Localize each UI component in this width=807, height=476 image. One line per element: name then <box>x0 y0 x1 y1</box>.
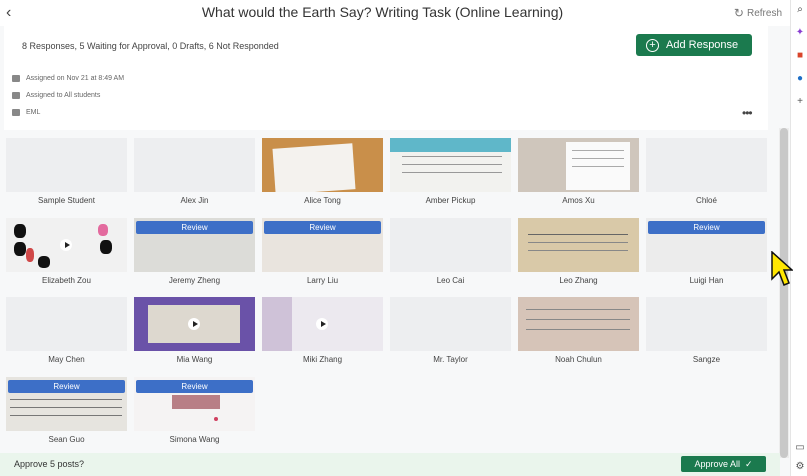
add-response-label: Add Response <box>666 39 739 51</box>
review-button[interactable]: Review <box>136 380 253 393</box>
student-name: Alice Tong <box>304 196 341 205</box>
assignment-summary: 8 Responses, 5 Waiting for Approval, 0 D… <box>4 26 768 130</box>
student-card[interactable]: Elizabeth Zou <box>6 218 127 291</box>
mouse-cursor-icon <box>771 251 793 286</box>
student-thumbnail <box>390 138 511 192</box>
student-card[interactable]: Review Larry Liu <box>262 218 383 291</box>
student-name: Alex Jin <box>180 196 209 205</box>
browser-side-toolbar: ⌕ ✦ ■ ● + ▭ ⚙ <box>790 0 807 476</box>
student-name: Amber Pickup <box>425 196 476 205</box>
student-thumbnail <box>518 297 639 351</box>
student-thumbnail <box>390 297 511 351</box>
response-status: 8 Responses, 5 Waiting for Approval, 0 D… <box>22 41 279 51</box>
app-header: ‹ What would the Earth Say? Writing Task… <box>0 0 790 26</box>
folder-row: EML <box>12 109 40 116</box>
student-card[interactable]: Sangze <box>646 297 767 370</box>
scrollbar[interactable] <box>779 128 789 458</box>
student-card[interactable]: May Chen <box>6 297 127 370</box>
student-thumbnail <box>518 138 639 192</box>
student-name: Leo Cai <box>436 276 465 285</box>
review-button[interactable]: Review <box>136 221 253 234</box>
settings-icon[interactable]: ⚙ <box>794 461 806 473</box>
student-card[interactable]: Review Luigi Han <box>646 218 767 291</box>
review-button[interactable]: Review <box>648 221 765 234</box>
student-name: Jeremy Zheng <box>168 276 221 285</box>
approve-all-label: Approve All <box>694 459 740 469</box>
student-name: Simona Wang <box>169 435 220 444</box>
student-card[interactable]: Amber Pickup <box>390 138 511 211</box>
student-thumbnail <box>6 297 127 351</box>
student-name: May Chen <box>48 355 85 364</box>
play-icon[interactable] <box>60 239 72 251</box>
student-card[interactable]: Chloé <box>646 138 767 211</box>
student-card[interactable]: Review Simona Wang <box>134 377 255 450</box>
check-icon: ✓ <box>744 458 753 469</box>
approve-all-button[interactable]: Approve All ✓ <box>681 456 766 472</box>
student-card[interactable]: Review Sean Guo <box>6 377 127 450</box>
student-card[interactable]: Alex Jin <box>134 138 255 211</box>
add-response-button[interactable]: + Add Response <box>636 34 752 56</box>
student-thumbnail <box>6 138 127 192</box>
scrollbar-thumb[interactable] <box>780 128 788 458</box>
play-icon[interactable] <box>188 318 200 330</box>
refresh-button[interactable]: ↻ Refresh <box>734 6 782 20</box>
assigned-date-row: Assigned on Nov 21 at 8:49 AM <box>12 75 124 82</box>
play-icon[interactable] <box>316 318 328 330</box>
student-thumbnail <box>390 218 511 272</box>
student-name: Sean Guo <box>48 435 85 444</box>
outlook-icon[interactable]: ● <box>794 73 806 85</box>
student-card[interactable]: Leo Zhang <box>518 218 639 291</box>
review-button[interactable]: Review <box>8 380 125 393</box>
approval-bar: Approve 5 posts? Approve All ✓ <box>0 453 780 476</box>
plus-circle-icon: + <box>646 38 659 52</box>
office-icon[interactable]: ■ <box>794 50 806 62</box>
page-title: What would the Earth Say? Writing Task (… <box>201 4 564 20</box>
search-icon[interactable]: ⌕ <box>794 4 806 16</box>
assigned-date: Assigned on Nov 21 at 8:49 AM <box>26 75 125 82</box>
student-card[interactable]: Alice Tong <box>262 138 383 211</box>
student-card[interactable]: Sample Student <box>6 138 127 211</box>
student-name: Leo Zhang <box>559 276 598 285</box>
student-card[interactable]: Amos Xu <box>518 138 639 211</box>
student-thumbnail <box>518 218 639 272</box>
add-icon[interactable]: + <box>794 96 806 108</box>
student-name: Noah Chulun <box>555 355 602 364</box>
student-card[interactable]: Miki Zhang <box>262 297 383 370</box>
student-name: Mr. Taylor <box>433 355 468 364</box>
student-thumbnail <box>646 138 767 192</box>
student-name: Larry Liu <box>306 276 339 285</box>
student-thumbnail <box>262 138 383 192</box>
folder-icon <box>12 109 20 116</box>
student-card[interactable]: Leo Cai <box>390 218 511 291</box>
student-name: Sample Student <box>38 196 95 205</box>
refresh-icon: ↻ <box>733 6 744 20</box>
more-options-icon[interactable]: ••• <box>742 106 753 120</box>
student-card[interactable]: Mia Wang <box>134 297 255 370</box>
group-icon <box>12 92 20 99</box>
review-button[interactable]: Review <box>264 221 381 234</box>
panel-icon[interactable]: ▭ <box>794 442 806 454</box>
student-name: Sangze <box>692 355 721 364</box>
student-name: Chloé <box>696 196 717 205</box>
student-name: Miki Zhang <box>302 355 343 364</box>
student-name: Amos Xu <box>562 196 595 205</box>
student-thumbnail <box>134 138 255 192</box>
student-card[interactable]: Mr. Taylor <box>390 297 511 370</box>
student-name: Luigi Han <box>689 276 724 285</box>
student-name: Elizabeth Zou <box>42 276 91 285</box>
folder-name: EML <box>26 109 41 116</box>
refresh-label: Refresh <box>746 7 782 19</box>
assigned-to: Assigned to All students <box>26 92 101 99</box>
calendar-icon <box>12 75 20 82</box>
student-card[interactable]: Noah Chulun <box>518 297 639 370</box>
student-name: Mia Wang <box>176 355 213 364</box>
student-thumbnail <box>646 297 767 351</box>
assigned-to-row: Assigned to All students <box>12 92 100 99</box>
approve-prompt: Approve 5 posts? <box>14 459 85 469</box>
sparkle-icon[interactable]: ✦ <box>794 27 806 39</box>
student-card[interactable]: Review Jeremy Zheng <box>134 218 255 291</box>
